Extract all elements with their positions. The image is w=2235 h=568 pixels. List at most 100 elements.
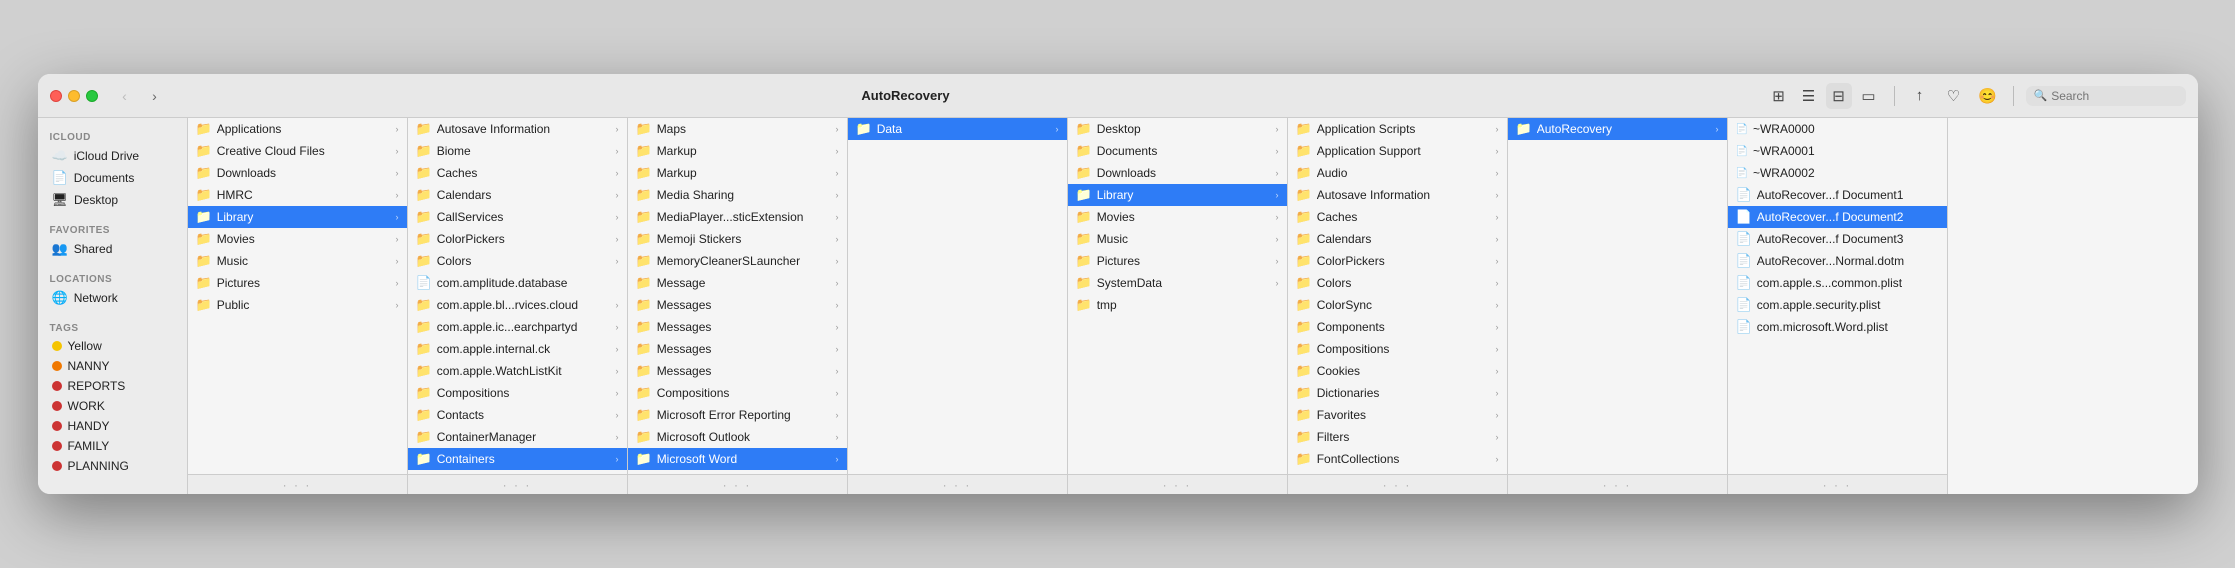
list-item[interactable]: 📁Dictionaries› [1288,382,1507,404]
column-resize-handle[interactable]: · · · [1728,474,1947,494]
list-item[interactable]: 📁Documents› [1068,140,1287,162]
list-item[interactable]: 📁Music› [188,250,407,272]
list-item[interactable]: 📁Colors› [1288,272,1507,294]
list-item[interactable]: 📁MemoryCleanerSLauncher› [628,250,847,272]
list-item[interactable]: 📁Cookies› [1288,360,1507,382]
list-item[interactable]: 📁Memoji Stickers› [628,228,847,250]
list-item[interactable]: 📁Pictures› [1068,250,1287,272]
list-item[interactable]: 📁Movies› [188,228,407,250]
sidebar-item-documents[interactable]: 📄 Documents [42,167,183,189]
list-item[interactable]: 📁Compositions› [1288,338,1507,360]
tags-button[interactable]: ♡ [1941,83,1967,109]
list-item[interactable]: 📁MediaPlayer...sticExtension› [628,206,847,228]
sidebar-item-nanny[interactable]: NANNY [42,356,183,376]
search-input[interactable] [2051,89,2171,103]
list-item[interactable]: 📁ContainerManager› [408,426,627,448]
list-item[interactable]: 📄com.apple.s...common.plist [1728,272,1947,294]
list-item[interactable]: 📄AutoRecover...f Document3 [1728,228,1947,250]
column-resize-handle[interactable]: · · · [628,474,847,494]
list-item[interactable]: 📁Data› [848,118,1067,140]
list-item[interactable]: 📁HMRC› [188,184,407,206]
list-item[interactable]: 📁Contacts› [408,404,627,426]
sidebar-item-desktop[interactable]: 🖥 Desktop [42,189,183,211]
list-item[interactable]: 📁ColorSync› [1288,294,1507,316]
list-item[interactable]: 📁Application Scripts› [1288,118,1507,140]
list-item[interactable]: 📁Library› [1068,184,1287,206]
sidebar-item-yellow[interactable]: Yellow [42,336,183,356]
list-item[interactable]: 📁com.apple.internal.ck› [408,338,627,360]
list-item[interactable]: 📁Downloads› [188,162,407,184]
list-item[interactable]: 📁Compositions› [628,382,847,404]
list-item[interactable]: 📁Caches› [1288,206,1507,228]
list-item[interactable]: 📁Message› [628,272,847,294]
list-item[interactable]: 📁CallServices› [408,206,627,228]
list-item[interactable]: 📁Autosave Information› [408,118,627,140]
list-item[interactable]: 📁Library› [188,206,407,228]
sidebar-item-family[interactable]: FAMILY [42,436,183,456]
sidebar-item-reports[interactable]: REPORTS [42,376,183,396]
list-item[interactable]: 📄AutoRecover...f Document1 [1728,184,1947,206]
list-item[interactable]: 📁Messages› [628,360,847,382]
sidebar-item-planning[interactable]: PLANNING [42,456,183,476]
list-item[interactable]: 📁Autosave Information› [1288,184,1507,206]
column-resize-handle[interactable]: · · · [1288,474,1507,494]
search-box[interactable]: 🔍 [2026,86,2186,106]
list-item[interactable]: 📁Messages› [628,338,847,360]
list-item[interactable]: 📁Movies› [1068,206,1287,228]
list-item[interactable]: 📄AutoRecover...Normal.dotm [1728,250,1947,272]
list-item[interactable]: 📁Downloads› [1068,162,1287,184]
column-resize-handle[interactable]: · · · [188,474,407,494]
list-item[interactable]: 📄com.microsoft.Word.plist [1728,316,1947,338]
list-item[interactable]: 📁Markup› [628,140,847,162]
list-item[interactable]: 📄~WRA0001 [1728,140,1947,162]
list-item[interactable]: 📁Microsoft Error Reporting› [628,404,847,426]
list-item[interactable]: 📁Audio› [1288,162,1507,184]
list-item[interactable]: 📁Calendars› [1288,228,1507,250]
list-item[interactable]: 📁com.apple.ic...earchpartyd› [408,316,627,338]
list-item[interactable]: 📁Filters› [1288,426,1507,448]
list-item[interactable]: 📁Favorites› [1288,404,1507,426]
column-view-button[interactable]: ⊟ [1826,83,1852,109]
sidebar-item-shared[interactable]: 👥 Shared [42,238,183,260]
list-item[interactable]: 📁Microsoft Word› [628,448,847,470]
list-item[interactable]: 📄com.amplitude.database [408,272,627,294]
list-item[interactable]: 📄~WRA0000 [1728,118,1947,140]
list-item[interactable]: 📁Media Sharing› [628,184,847,206]
close-button[interactable] [50,90,62,102]
list-item[interactable]: 📄com.apple.security.plist [1728,294,1947,316]
list-item[interactable]: 📁Messages› [628,316,847,338]
list-item[interactable]: 📁com.apple.WatchListKit› [408,360,627,382]
list-item[interactable]: 📁ColorPickers› [1288,250,1507,272]
share-button[interactable]: ↑ [1907,83,1933,109]
minimize-button[interactable] [68,90,80,102]
forward-button[interactable]: › [144,85,166,107]
sidebar-item-network[interactable]: 🌐 Network [42,287,183,309]
list-item[interactable]: 📁Calendars› [408,184,627,206]
list-item[interactable]: 📁Pictures› [188,272,407,294]
sidebar-item-icloud-drive[interactable]: ☁️ iCloud Drive [42,145,183,167]
list-item[interactable]: 📁AutoRecovery› [1508,118,1727,140]
list-item[interactable]: 📁com.apple.bl...rvices.cloud› [408,294,627,316]
list-item[interactable]: 📁tmp [1068,294,1287,316]
list-item[interactable]: 📁Desktop› [1068,118,1287,140]
list-item[interactable]: 📁Creative Cloud Files› [188,140,407,162]
list-item[interactable]: 📁Application Support› [1288,140,1507,162]
list-item[interactable]: 📁Public› [188,294,407,316]
list-item[interactable]: 📁Markup› [628,162,847,184]
list-item[interactable]: 📁Messages› [628,294,847,316]
maximize-button[interactable] [86,90,98,102]
back-button[interactable]: ‹ [114,85,136,107]
list-item[interactable]: 📁Caches› [408,162,627,184]
list-item[interactable]: 📁FontCollections› [1288,448,1507,470]
icon-view-button[interactable]: ⊞ [1766,83,1792,109]
list-item[interactable]: 📁Containers› [408,448,627,470]
gallery-view-button[interactable]: ▭ [1856,83,1882,109]
list-item[interactable]: 📁ColorPickers› [408,228,627,250]
list-item[interactable]: 📁Compositions› [408,382,627,404]
list-item[interactable]: 📁Music› [1068,228,1287,250]
column-resize-handle[interactable]: · · · [408,474,627,494]
list-item[interactable]: 📁Microsoft Outlook› [628,426,847,448]
list-item[interactable]: 📁Maps› [628,118,847,140]
list-item[interactable]: 📄AutoRecover...f Document2 [1728,206,1947,228]
list-item[interactable]: 📄~WRA0002 [1728,162,1947,184]
